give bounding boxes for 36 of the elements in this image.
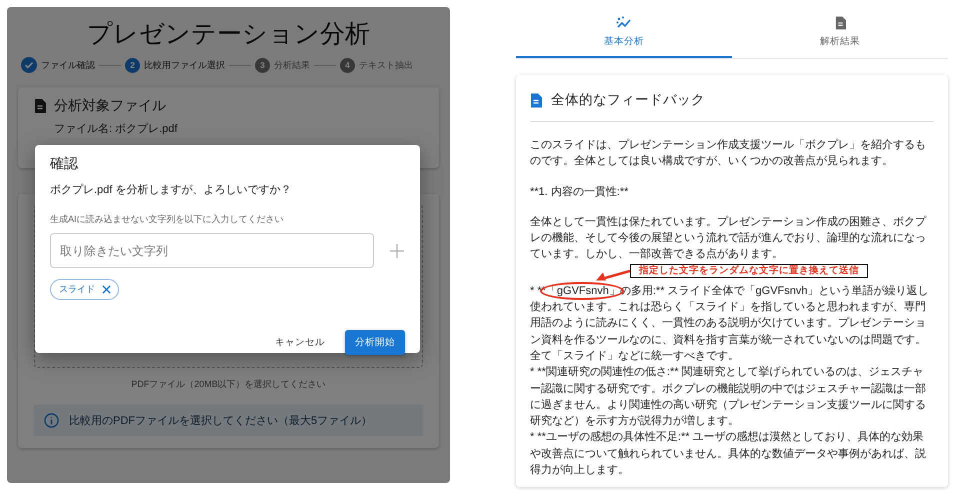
annotation-arrow [596,268,630,281]
file-name: ファイル名: ボクプレ.pdf [54,122,178,136]
helper-text: 生成AIに読み込ませない文字列を以下に入力してください [50,213,285,226]
step-number: 2 [125,58,140,72]
dialog-title: 確認 [50,155,79,173]
chip-label: スライド [59,283,95,296]
close-icon[interactable] [102,285,111,294]
sparkle-chart-icon [616,16,632,30]
page-title: プレゼンテーション分析 [86,19,371,49]
step-number: 4 [340,58,355,72]
feedback-text: 全体として一貫性は保たれています。プレゼンテーション作成の困難さ、ボクプレの機能、そして今後の展望という流れで話が進んでおり、論理的な流れになっています。しかし、一部改善できる点があります。 [530,214,928,262]
step-label: テキスト抽出 [359,58,413,72]
cancel-button[interactable]: キャンセル [265,330,335,355]
card-title: 全体的なフィードバック [551,91,705,109]
feedback-text: このスライドは、プレゼンテーション作成支援ツール「ボクプレ」を紹介するものです。全体としては良い構成ですが、いくつかの改善点が見られます。 [530,138,927,170]
step-label: ファイル確認 [41,58,95,72]
feedback-text: **1. 内容の一貫性:** [530,184,630,200]
dialog-message: ボクプレ.pdf を分析しますが、よろしいですか？ [50,182,292,197]
annotation-callout: 指定した文字をランダムな文字に置き換えて送信 [630,264,868,278]
document-icon [530,92,542,108]
chip[interactable]: スライド [50,279,119,300]
tab[interactable]: 解析結果 [732,14,948,58]
tab[interactable]: 基本分析 [516,14,732,58]
step-label: 分析結果 [274,58,310,72]
document-icon [834,16,846,30]
feedback-text: * **ユーザの感想の具体性不足:** ユーザの感想は漠然としており、具体的な効果や改善点について触れられていません。具体的な数値データや事例があれば、説得力が向上します。 [530,430,927,478]
info-text: 比較用のPDFファイルを選択してください（最大5ファイル） [69,414,372,428]
start-button[interactable]: 分析開始 [345,330,405,355]
step-number: 3 [255,58,270,72]
input-field[interactable]: 取り除きたい文字列 [50,233,374,268]
feedback-text: * **関連研究の関連性の低さ:** 関連研究として挙げられているのは、ジェスチャー認識に関する研究です。ボクプレの機能説明の中ではジェスチャー認識は一部に過ぎません。より関連性の高い研究（プレゼンテーション支援ツールに関する研究など）を示す方が説得力が増します。 [530,364,927,430]
upload-hint: PDFファイル（20MB以下）を選択してください [130,378,327,391]
card-title: 分析対象ファイル [54,97,166,115]
document-icon [34,99,46,113]
info-icon [44,413,59,428]
step-label: 比較用ファイル選択 [144,58,225,72]
